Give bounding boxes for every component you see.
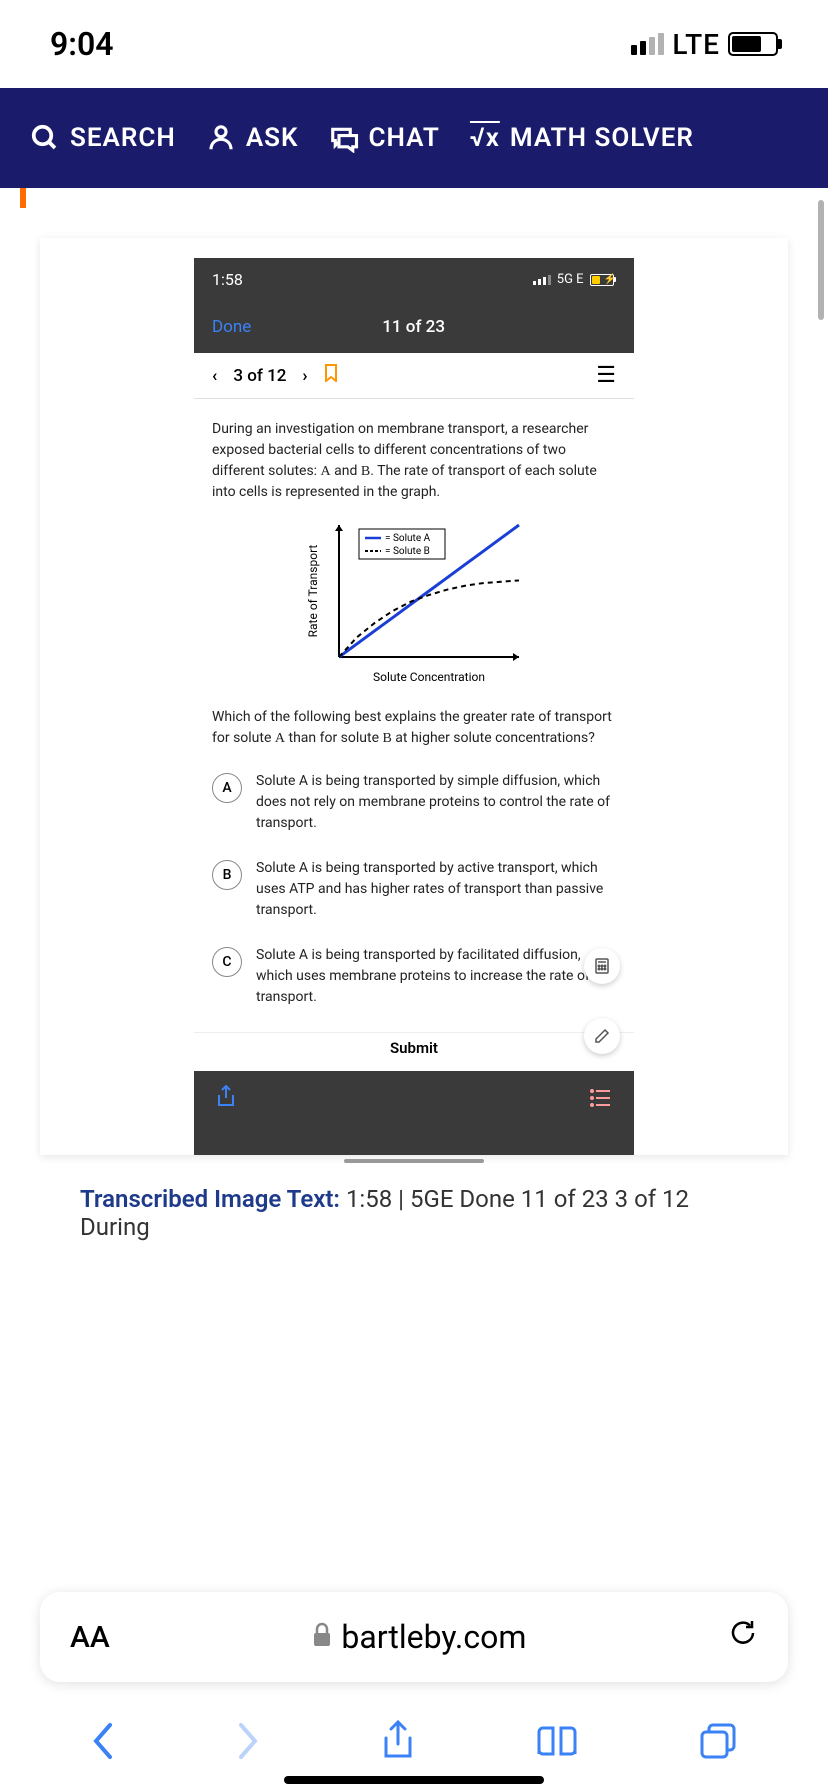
- answer-choices: A Solute A is being transported by simpl…: [194, 771, 634, 1008]
- top-nav: SEARCH ASK CHAT √x MATH SOLVER: [0, 88, 828, 188]
- inner-footer: [194, 1071, 634, 1145]
- url-display[interactable]: bartleby.com: [130, 1618, 708, 1656]
- share-button[interactable]: [381, 1720, 415, 1772]
- lock-icon: [311, 1622, 333, 1652]
- choice-text: Solute A is being transported by facilit…: [256, 945, 616, 1008]
- tabs-button[interactable]: [698, 1721, 738, 1771]
- inner-home-indicator: [344, 1159, 484, 1163]
- nav-ask[interactable]: ASK: [206, 123, 299, 153]
- inner-toolbar: ‹ 3 of 12 › ☰: [194, 353, 634, 399]
- person-icon: [206, 123, 236, 153]
- inner-signal-icon: [533, 275, 551, 285]
- calculator-icon: [594, 958, 610, 974]
- forward-button[interactable]: [235, 1721, 261, 1771]
- choice-letter: A: [212, 773, 242, 803]
- choice-c[interactable]: C Solute A is being transported by facil…: [212, 945, 616, 1008]
- bookmark-icon[interactable]: [324, 364, 338, 387]
- svg-text:= Solute A: = Solute A: [385, 533, 431, 544]
- choice-a[interactable]: A Solute A is being transported by simpl…: [212, 771, 616, 834]
- battery-icon: [728, 32, 778, 56]
- radical-icon: √x: [470, 123, 500, 153]
- chat-icon: [329, 123, 359, 153]
- question-card: 1:58 5G E ⚡ Done 11 of 23 ‹ 3 of: [40, 238, 788, 1155]
- main-content: 1:58 5G E ⚡ Done 11 of 23 ‹ 3 of: [0, 188, 828, 1271]
- choice-b[interactable]: B Solute A is being transported by activ…: [212, 858, 616, 921]
- question-prompt: Which of the following best explains the…: [194, 707, 634, 749]
- embedded-screenshot: 1:58 5G E ⚡ Done 11 of 23 ‹ 3 of: [194, 258, 634, 1155]
- inner-header: Done 11 of 23: [194, 301, 634, 353]
- submit-button[interactable]: Submit: [194, 1032, 634, 1071]
- chart-svg: = Solute A = Solute B Solute Concentration…: [299, 517, 529, 687]
- network-label: LTE: [672, 28, 720, 61]
- choice-letter: C: [212, 947, 242, 977]
- choice-text: Solute A is being transported by simple …: [256, 771, 616, 834]
- nav-chat-label: CHAT: [369, 123, 440, 153]
- next-icon[interactable]: ›: [302, 366, 307, 386]
- step-counter: 3 of 12: [233, 366, 286, 386]
- nav-search[interactable]: SEARCH: [30, 123, 176, 153]
- nav-math-label: MATH SOLVER: [510, 123, 694, 153]
- choice-letter: B: [212, 860, 242, 890]
- accent-marker: [20, 188, 26, 208]
- url-text: bartleby.com: [341, 1618, 526, 1656]
- svg-text:Rate of Transport: Rate of Transport: [306, 545, 320, 638]
- safari-address-bar[interactable]: AA bartleby.com: [40, 1592, 788, 1682]
- signal-icon: [631, 33, 664, 55]
- transcribed-label: Transcribed Image Text:: [80, 1185, 340, 1213]
- pencil-icon: [594, 1028, 610, 1044]
- menu-icon[interactable]: ☰: [596, 363, 616, 388]
- scrollbar[interactable]: [818, 200, 824, 320]
- svg-text:= Solute B: = Solute B: [385, 546, 430, 557]
- status-time: 9:04: [50, 25, 114, 63]
- choice-text: Solute A is being transported by active …: [256, 858, 616, 921]
- safari-toolbar: [0, 1710, 828, 1772]
- home-indicator: [284, 1776, 544, 1784]
- reload-button[interactable]: [728, 1618, 758, 1656]
- prev-icon[interactable]: ‹: [212, 366, 217, 386]
- transcribed-text: Transcribed Image Text: 1:58 | 5GE Done …: [40, 1155, 788, 1251]
- inner-network: 5G E: [557, 272, 584, 287]
- nav-search-label: SEARCH: [70, 123, 176, 153]
- nav-chat[interactable]: CHAT: [329, 123, 440, 153]
- status-bar: 9:04 LTE: [0, 0, 828, 88]
- nav-math-solver[interactable]: √x MATH SOLVER: [470, 123, 694, 153]
- svg-text:Solute Concentration: Solute Concentration: [373, 670, 485, 684]
- back-button[interactable]: [90, 1721, 116, 1771]
- share-icon[interactable]: [216, 1085, 236, 1115]
- list-icon[interactable]: [590, 1088, 612, 1113]
- charging-icon: ⚡: [604, 274, 616, 285]
- text-size-button[interactable]: AA: [70, 1620, 110, 1655]
- bookmarks-button[interactable]: [535, 1723, 579, 1770]
- inner-time: 1:58: [212, 270, 243, 289]
- done-button[interactable]: Done: [212, 317, 251, 337]
- chart: = Solute A = Solute B Solute Concentration…: [194, 517, 634, 687]
- edit-button[interactable]: [584, 1018, 620, 1054]
- question-text: During an investigation on membrane tran…: [194, 399, 634, 503]
- page-counter: 11 of 23: [382, 317, 445, 337]
- calculator-button[interactable]: [584, 948, 620, 984]
- search-icon: [30, 123, 60, 153]
- status-right: LTE: [631, 28, 778, 61]
- inner-status-bar: 1:58 5G E ⚡: [194, 258, 634, 301]
- nav-ask-label: ASK: [246, 123, 299, 153]
